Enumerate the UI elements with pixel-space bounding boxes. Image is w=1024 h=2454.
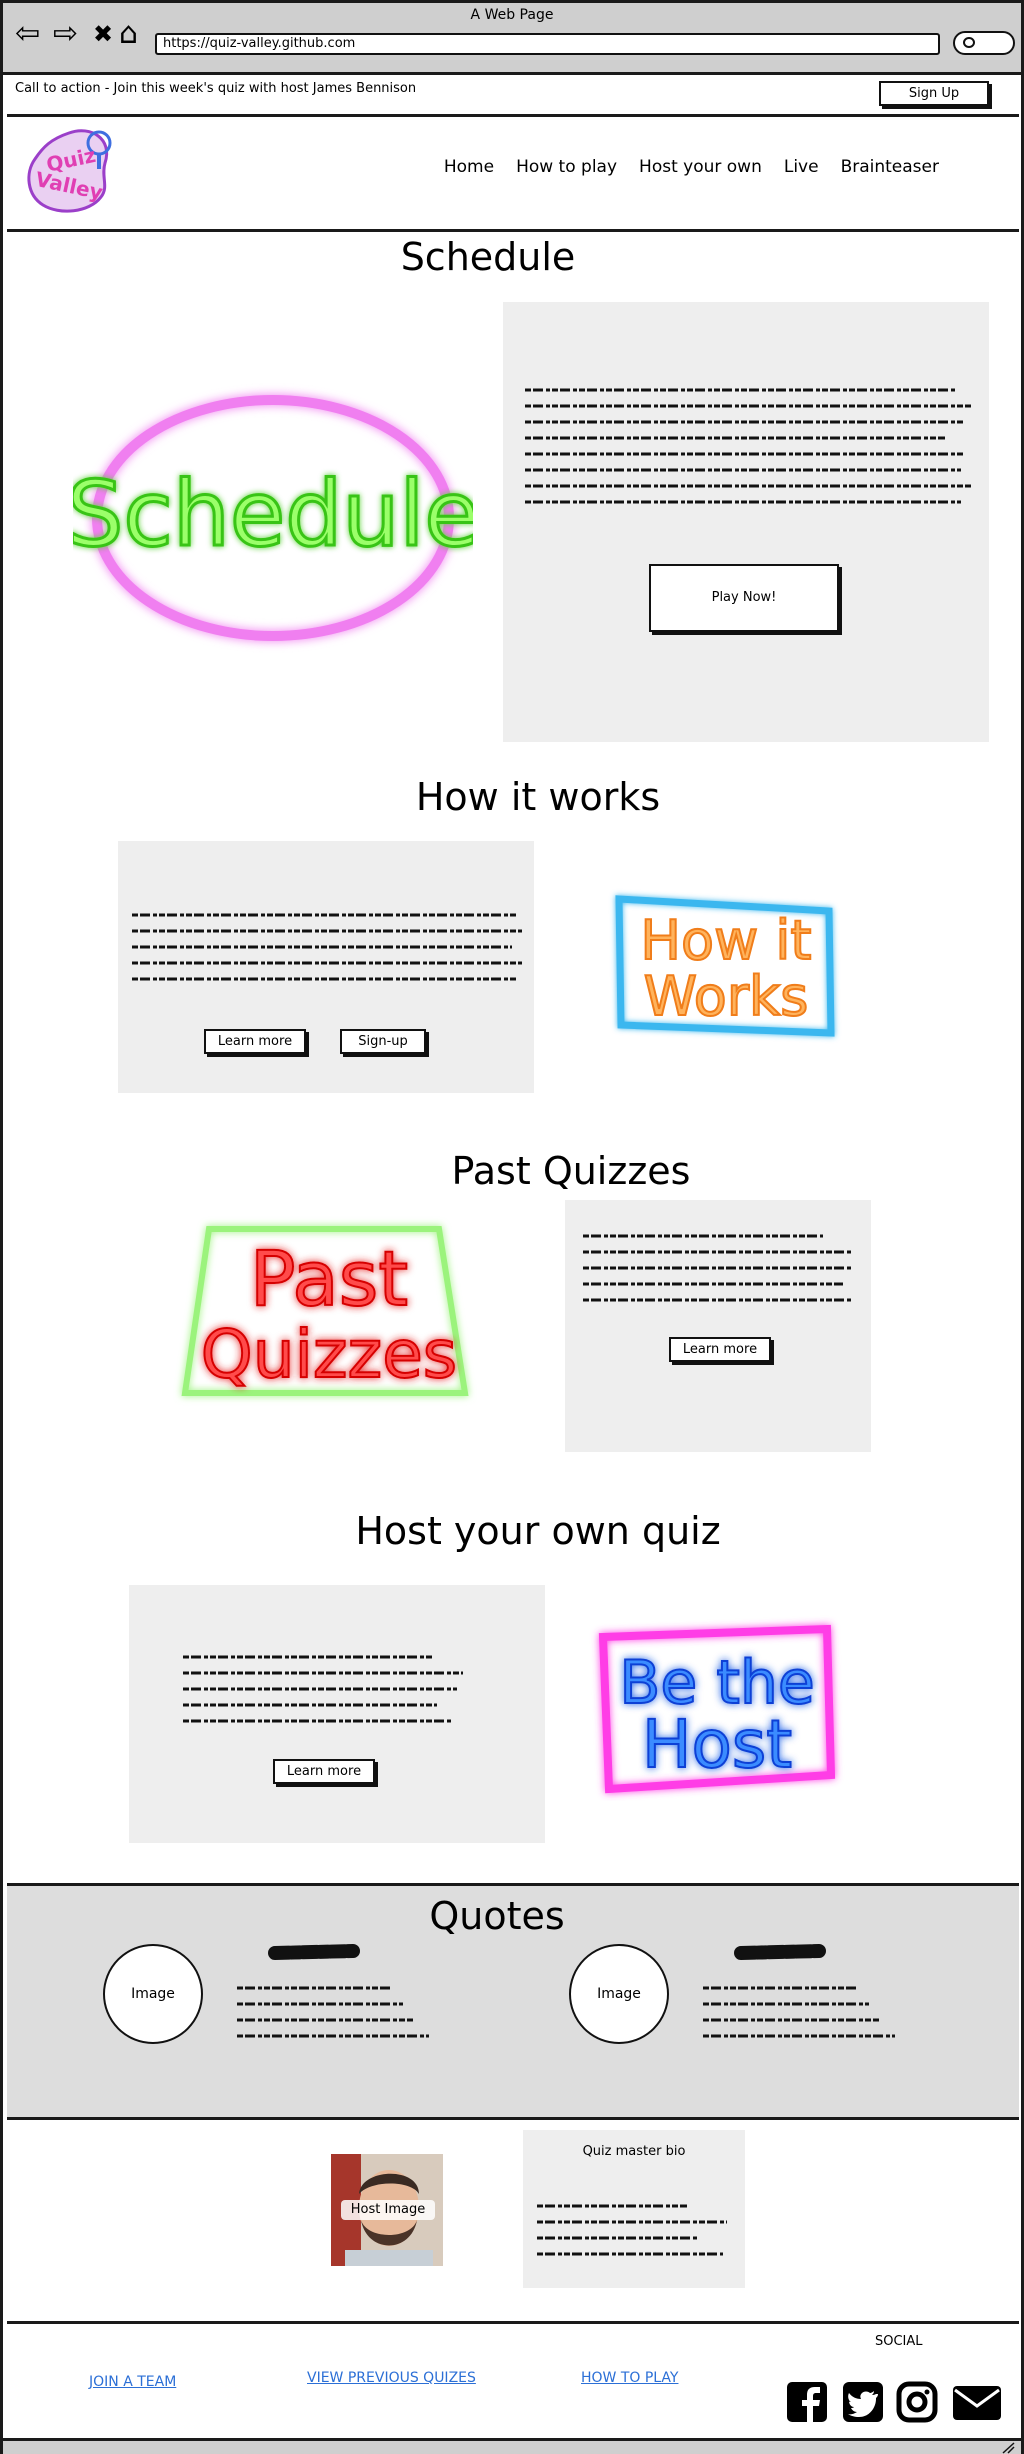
bio-title: Quiz master bio [582, 2144, 686, 2159]
facebook-icon[interactable] [785, 2380, 829, 2424]
past-quizzes-title: Past Quizzes [451, 1149, 691, 1193]
host-learn-more-button[interactable]: Learn more [273, 1759, 375, 1784]
how-to-play-link[interactable]: HOW TO PLAY [581, 2370, 678, 2386]
main-nav: Home How to play Host your own Live Brai… [444, 157, 939, 177]
quote-1-placeholder [237, 1944, 429, 2038]
url-input[interactable]: https://quiz-valley.github.com [155, 33, 940, 55]
browser-window: A Web Page ⇦ ⇨ ✖ ⌂ https://quiz-valley.g… [0, 0, 1024, 2454]
schedule-neon-image: Schedule [73, 395, 473, 641]
play-now-button[interactable]: Play Now! [649, 564, 839, 632]
host-image: Host Image [331, 2154, 443, 2266]
host-text-panel: Learn more [129, 1585, 545, 1843]
back-icon[interactable]: ⇦ [15, 19, 40, 49]
nav-item-live[interactable]: Live [784, 157, 819, 177]
bio-panel: Quiz master bio [523, 2130, 745, 2288]
browser-statusbar [3, 2438, 1021, 2454]
sign-up-button[interactable]: Sign Up [879, 81, 989, 106]
browser-titlebar: A Web Page ⇦ ⇨ ✖ ⌂ https://quiz-valley.g… [3, 3, 1021, 75]
how-it-works-text-panel: Learn more Sign-up [118, 841, 534, 1093]
quote-2-placeholder [703, 1944, 895, 2038]
nav-item-how-to-play[interactable]: How to play [516, 157, 617, 177]
nav-item-host-your-own[interactable]: Host your own [639, 157, 762, 177]
quiz-valley-logo[interactable]: Quiz Valley [21, 125, 116, 217]
how-it-works-neon-line1: How it [640, 909, 811, 972]
schedule-placeholder-text [525, 388, 971, 504]
past-quizzes-learn-more-button[interactable]: Learn more [669, 1337, 771, 1362]
call-to-action-text: Call to action - Join this week's quiz w… [15, 81, 417, 96]
quotes-section: Quotes Image Image [7, 1883, 1019, 2120]
past-quizzes-placeholder-text [583, 1234, 853, 1302]
schedule-title: Schedule [400, 235, 576, 279]
join-a-team-link[interactable]: JOIN A TEAM [89, 2374, 176, 2390]
schedule-text-panel: Play Now! [503, 302, 989, 742]
instagram-icon[interactable] [895, 2380, 939, 2424]
quote-image-2: Image [569, 1944, 669, 2044]
forward-icon[interactable]: ⇨ [53, 19, 78, 49]
how-it-works-neon-image: How it Works [615, 895, 835, 1037]
how-it-works-neon-line2: Works [644, 965, 809, 1028]
call-to-action-bar: Call to action - Join this week's quiz w… [7, 75, 1019, 117]
past-quizzes-neon-line2: Quizzes [201, 1316, 457, 1393]
stop-icon[interactable]: ✖ [93, 19, 113, 49]
email-icon[interactable] [951, 2380, 1003, 2424]
host-image-label: Host Image [341, 2200, 435, 2220]
how-it-works-sign-up-button[interactable]: Sign-up [340, 1029, 426, 1054]
site-footer: JOIN A TEAM VIEW PREVIOUS QUIZES HOW TO … [7, 2321, 1019, 2438]
how-it-works-placeholder-text [132, 913, 522, 981]
browser-search-input[interactable] [953, 31, 1015, 55]
view-previous-quizzes-link[interactable]: VIEW PREVIOUS QUIZES [307, 2370, 476, 2386]
social-label: SOCIAL [875, 2334, 923, 2349]
host-placeholder-text [183, 1655, 463, 1723]
be-the-host-neon-image: Be the Host [598, 1624, 836, 1794]
resize-grip-icon[interactable] [1001, 2442, 1015, 2454]
be-the-host-neon-line2: Host [642, 1706, 792, 1783]
nav-item-brainteaser[interactable]: Brainteaser [841, 157, 939, 177]
how-it-works-learn-more-button[interactable]: Learn more [204, 1029, 306, 1054]
site-header: Quiz Valley Home How to play Host your o… [7, 117, 1019, 232]
schedule-neon-text: Schedule [73, 462, 473, 567]
past-quizzes-neon-image: Past Quizzes [181, 1226, 469, 1396]
host-your-own-title: Host your own quiz [355, 1509, 721, 1553]
twitter-icon[interactable] [841, 2380, 885, 2424]
quotes-title: Quotes [429, 1894, 565, 1938]
quote-image-1: Image [103, 1944, 203, 2044]
how-it-works-title: How it works [415, 775, 661, 819]
search-icon [963, 37, 975, 48]
past-quizzes-text-panel: Learn more [565, 1200, 871, 1452]
window-title: A Web Page [470, 7, 554, 23]
nav-item-home[interactable]: Home [444, 157, 494, 177]
past-quizzes-neon-line1: Past [250, 1234, 408, 1323]
bio-placeholder-text [537, 2204, 727, 2256]
home-icon[interactable]: ⌂ [119, 19, 138, 49]
